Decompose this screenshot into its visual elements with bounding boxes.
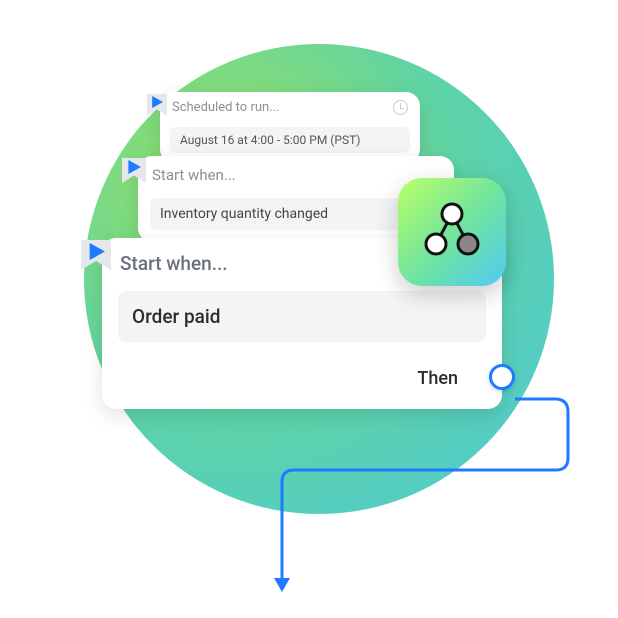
- app-badge: [398, 178, 506, 286]
- arrow-down-icon: [274, 578, 290, 592]
- card-trigger-front-value[interactable]: Order paid: [118, 291, 486, 342]
- clock-icon: [393, 100, 408, 115]
- card-scheduled-title: Scheduled to run...: [172, 100, 280, 115]
- node-graph-icon: [416, 196, 488, 268]
- card-scheduled-value: August 16 at 4:00 - 5:00 PM (PST): [170, 127, 410, 153]
- card-scheduled: Scheduled to run... August 16 at 4:00 - …: [160, 92, 420, 163]
- card-trigger-front-then: Then: [102, 352, 502, 409]
- then-label: Then: [417, 368, 458, 389]
- then-output-port[interactable]: [489, 364, 515, 390]
